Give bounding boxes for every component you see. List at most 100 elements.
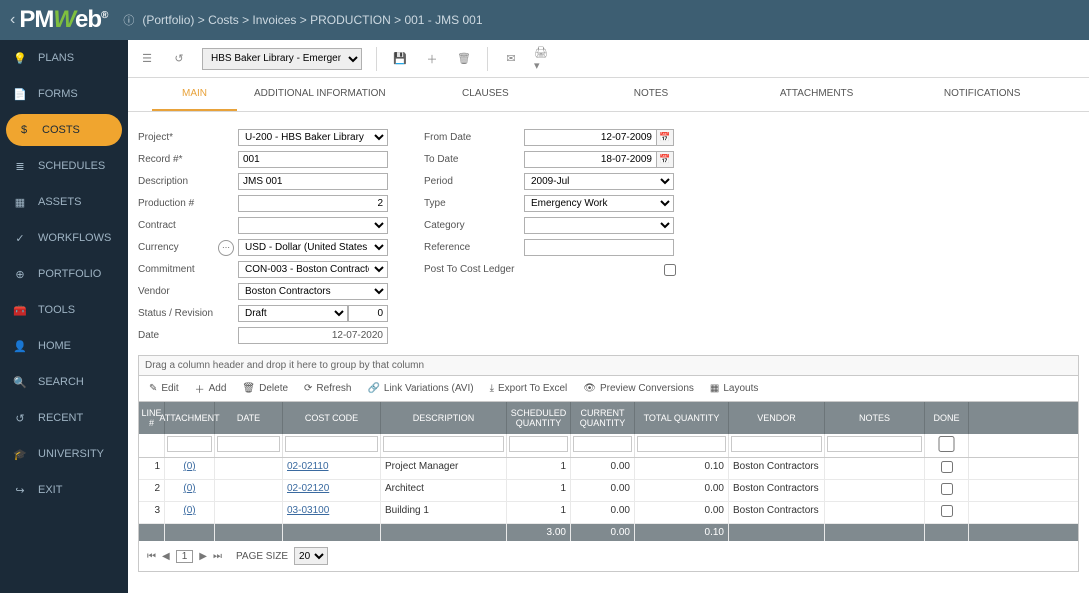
cell-attachment[interactable]: (0) xyxy=(165,480,215,501)
pager-prev-icon[interactable]: ◀ xyxy=(162,551,170,562)
cell-attachment[interactable]: (0) xyxy=(165,458,215,479)
vendor-select[interactable]: Boston Contractors xyxy=(238,283,388,300)
filter-code[interactable] xyxy=(285,436,378,452)
pager-last-icon[interactable]: ⏭ xyxy=(213,551,222,562)
grid-add-button[interactable]: ＋ Add xyxy=(195,381,227,396)
grid-layouts-button[interactable]: ▦ Layouts xyxy=(710,381,758,396)
cell-attachment[interactable]: (0) xyxy=(165,502,215,523)
col-scheduled-qty[interactable]: SCHEDULED QUANTITY xyxy=(507,402,571,434)
tab-additional-information[interactable]: ADDITIONAL INFORMATION xyxy=(237,78,403,111)
cell-done[interactable] xyxy=(925,502,969,523)
type-select[interactable]: Emergency Work xyxy=(524,195,674,212)
info-icon[interactable]: ⓘ xyxy=(123,12,134,28)
table-row[interactable]: 3(0)03-03100Building 110.000.00Boston Co… xyxy=(139,502,1078,524)
status-select[interactable]: Draft xyxy=(238,305,348,322)
sidebar-item-assets[interactable]: ▦ASSETS xyxy=(0,184,128,220)
col-notes[interactable]: NOTES xyxy=(825,402,925,434)
tab-notes[interactable]: NOTES xyxy=(568,78,734,111)
save-icon[interactable]: 💾 xyxy=(391,50,409,68)
sidebar-item-plans[interactable]: 💡PLANS xyxy=(0,40,128,76)
col-total-qty[interactable]: TOTAL QUANTITY xyxy=(635,402,729,434)
grid-export-button[interactable]: ⤓ Export To Excel xyxy=(490,381,568,396)
filter-date[interactable] xyxy=(217,436,280,452)
tab-main[interactable]: MAIN xyxy=(152,78,237,111)
col-done[interactable]: DONE xyxy=(925,402,969,434)
reference-input[interactable] xyxy=(524,239,674,256)
sidebar-label: COSTS xyxy=(42,124,80,136)
cell-done[interactable] xyxy=(925,458,969,479)
table-row[interactable]: 1(0)02-02110Project Manager10.000.10Bost… xyxy=(139,458,1078,480)
cell-cost-code[interactable]: 02-02120 xyxy=(283,480,381,501)
page-size-select[interactable]: 20 xyxy=(294,547,328,565)
sidebar-item-schedules[interactable]: ≣SCHEDULES xyxy=(0,148,128,184)
col-description[interactable]: DESCRIPTION xyxy=(381,402,507,434)
project-select[interactable]: U-200 - HBS Baker Library xyxy=(238,129,388,146)
production-input[interactable] xyxy=(238,195,388,212)
back-chevron-icon[interactable]: ‹ xyxy=(10,11,15,29)
cell-done[interactable] xyxy=(925,480,969,501)
filter-attachment[interactable] xyxy=(167,436,212,452)
contract-select[interactable] xyxy=(238,217,388,234)
sidebar-item-search[interactable]: 🔍SEARCH xyxy=(0,364,128,400)
col-attachment[interactable]: ATTACHMENT xyxy=(165,402,215,434)
to-date-input[interactable] xyxy=(524,151,657,168)
sidebar-item-portfolio[interactable]: ⊕PORTFOLIO xyxy=(0,256,128,292)
filter-sq[interactable] xyxy=(509,436,568,452)
from-date-input[interactable] xyxy=(524,129,657,146)
cell-notes xyxy=(825,502,925,523)
sidebar-item-tools[interactable]: 🧰TOOLS xyxy=(0,292,128,328)
grid: Drag a column header and drop it here to… xyxy=(138,355,1079,572)
cell-cost-code[interactable]: 02-02110 xyxy=(283,458,381,479)
sidebar-item-home[interactable]: 👤HOME xyxy=(0,328,128,364)
print-icon[interactable]: 🖨 ▾ xyxy=(534,50,552,68)
cell-cost-code[interactable]: 03-03100 xyxy=(283,502,381,523)
col-vendor[interactable]: VENDOR xyxy=(729,402,825,434)
record-input[interactable] xyxy=(238,151,388,168)
record-select[interactable]: HBS Baker Library - Emergency Work xyxy=(202,48,362,70)
filter-done[interactable] xyxy=(927,436,966,452)
period-select[interactable]: 2009-Jul xyxy=(524,173,674,190)
revision-input[interactable] xyxy=(348,305,388,322)
pager-first-icon[interactable]: ⏮ xyxy=(147,551,156,562)
calendar-icon[interactable]: 📅 xyxy=(657,151,674,168)
pager-next-icon[interactable]: ▶ xyxy=(199,551,207,562)
calendar-icon[interactable]: 📅 xyxy=(657,129,674,146)
grid-link-button[interactable]: 🔗 Link Variations (AVI) xyxy=(367,381,473,396)
sidebar-item-forms[interactable]: 📄FORMS xyxy=(0,76,128,112)
grid-edit-button[interactable]: ✎ Edit xyxy=(149,381,179,396)
sidebar-item-recent[interactable]: ↺RECENT xyxy=(0,400,128,436)
category-select[interactable] xyxy=(524,217,674,234)
sidebar-item-exit[interactable]: ↪EXIT xyxy=(0,472,128,508)
filter-notes[interactable] xyxy=(827,436,922,452)
history-icon[interactable]: ↺ xyxy=(170,50,188,68)
sidebar-item-costs[interactable]: $COSTS xyxy=(6,114,122,146)
filter-vendor[interactable] xyxy=(731,436,822,452)
filter-desc[interactable] xyxy=(383,436,504,452)
table-row[interactable]: 2(0)02-02120Architect10.000.00Boston Con… xyxy=(139,480,1078,502)
grid-delete-button[interactable]: 🗑 Delete xyxy=(242,381,288,396)
col-cost-code[interactable]: COST CODE xyxy=(283,402,381,434)
col-date[interactable]: DATE xyxy=(215,402,283,434)
grid-refresh-button[interactable]: ⟳ Refresh xyxy=(304,381,351,396)
col-current-qty[interactable]: CURRENT QUANTITY xyxy=(571,402,635,434)
filter-cq[interactable] xyxy=(573,436,632,452)
currency-select[interactable]: USD - Dollar (United States of America) xyxy=(238,239,388,256)
tab-attachments[interactable]: ATTACHMENTS xyxy=(734,78,900,111)
tab-notifications[interactable]: NOTIFICATIONS xyxy=(899,78,1065,111)
add-icon[interactable]: ＋ xyxy=(423,50,441,68)
grid-preview-button[interactable]: 👁 Preview Conversions xyxy=(583,381,694,396)
post-checkbox[interactable] xyxy=(664,264,676,276)
sum-cq: 0.00 xyxy=(571,524,635,541)
commitment-select[interactable]: CON-003 - Boston Contractors - Comm xyxy=(238,261,388,278)
tab-clauses[interactable]: CLAUSES xyxy=(403,78,569,111)
sidebar-item-university[interactable]: 🎓UNIVERSITY xyxy=(0,436,128,472)
top-header: ‹ PMWeb® ⓘ (Portfolio) > Costs > Invoice… xyxy=(0,0,1089,40)
email-icon[interactable]: ✉ xyxy=(502,50,520,68)
list-icon[interactable]: ☰ xyxy=(138,50,156,68)
currency-more-icon[interactable]: ⋯ xyxy=(218,240,234,256)
delete-icon[interactable]: 🗑 xyxy=(455,50,473,68)
sidebar-item-workflows[interactable]: ✓WORKFLOWS xyxy=(0,220,128,256)
description-input[interactable] xyxy=(238,173,388,190)
filter-tq[interactable] xyxy=(637,436,726,452)
grid-group-hint[interactable]: Drag a column header and drop it here to… xyxy=(139,356,1078,376)
